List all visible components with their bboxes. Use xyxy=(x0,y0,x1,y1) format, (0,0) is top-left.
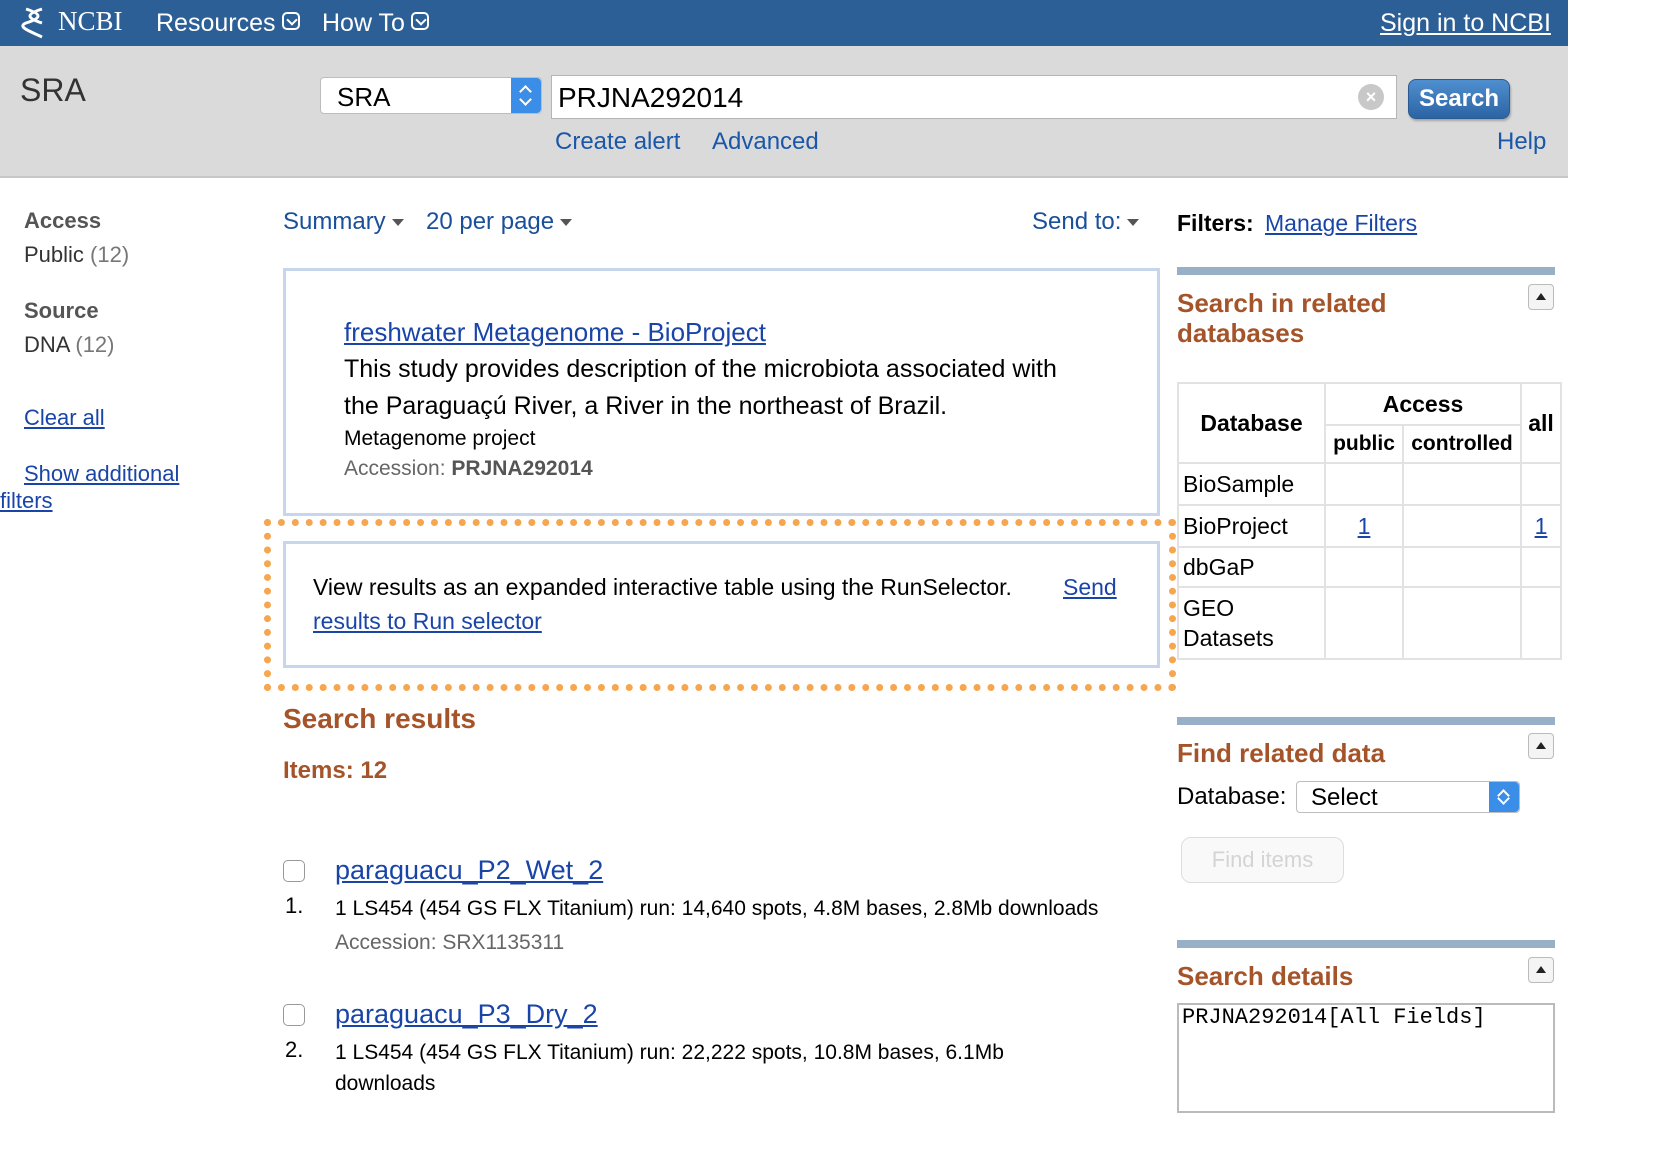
filter-item-count: (12) xyxy=(90,242,130,267)
result-title-link[interactable]: paraguacu_P3_Dry_2 xyxy=(335,999,598,1030)
send-to-label: Send to: xyxy=(1032,208,1122,235)
resources-label: Resources xyxy=(156,9,276,37)
table-row: GEO Datasets xyxy=(1177,586,1562,660)
related-database-select[interactable]: Select xyxy=(1296,781,1520,813)
panel-divider xyxy=(1177,717,1555,725)
db-name: BioProject xyxy=(1177,504,1326,548)
panel-divider xyxy=(1177,267,1555,275)
filter-heading-access: Access xyxy=(24,208,102,233)
clear-all-link[interactable]: Clear all xyxy=(24,405,105,431)
result-number: 1. xyxy=(285,893,304,918)
result-description-cont: downloads xyxy=(335,1072,436,1095)
bioproject-accession: Accession: PRJNA292014 xyxy=(344,457,593,481)
filter-item-label: Public xyxy=(24,242,84,267)
public-count-link[interactable]: 1 xyxy=(1358,513,1371,539)
how-to-menu[interactable]: How To xyxy=(322,9,429,38)
ncbi-logo[interactable]: NCBI xyxy=(58,6,123,37)
search-details-query[interactable]: PRJNA292014[All Fields] xyxy=(1177,1003,1555,1113)
result-description: 1 LS454 (454 GS FLX Titanium) run: 22,22… xyxy=(335,1041,1004,1064)
bioproject-type: Metagenome project xyxy=(344,427,536,450)
caret-down-icon xyxy=(391,219,404,227)
filter-item-public[interactable]: Public (12) xyxy=(24,242,129,268)
resources-menu[interactable]: Resources xyxy=(156,9,300,38)
format-label: Summary xyxy=(283,208,386,235)
related-db-heading-cont: databases xyxy=(1177,318,1305,348)
filter-item-dna[interactable]: DNA (12) xyxy=(24,332,115,358)
database-title: SRA xyxy=(20,72,86,108)
sign-in-link[interactable]: Sign in to NCBI xyxy=(1380,9,1551,38)
result-description: 1 LS454 (454 GS FLX Titanium) run: 14,64… xyxy=(335,897,1099,920)
table-row: BioProject 1 1 xyxy=(1177,504,1562,548)
ncbi-top-bar: NCBI Resources How To Sign in to NCBI xyxy=(0,0,1568,46)
find-related-heading: Find related data xyxy=(1177,738,1386,768)
show-additional-filters-link[interactable]: Show additional xyxy=(24,461,179,487)
result-accession: Accession: SRX1135311 xyxy=(335,931,565,954)
bioproject-description-1: This study provides description of the m… xyxy=(344,355,1057,383)
per-page-label: 20 per page xyxy=(426,208,555,235)
result-checkbox[interactable] xyxy=(283,1004,305,1026)
items-count: Items: 12 xyxy=(283,757,388,784)
db-name: GEO xyxy=(1183,595,1235,621)
search-results-heading: Search results xyxy=(283,703,476,734)
table-header-public: public xyxy=(1324,424,1404,464)
select-arrows-icon xyxy=(1489,782,1519,812)
result-title-link[interactable]: paraguacu_P2_Wet_2 xyxy=(335,855,603,886)
show-additional-filters-link-cont[interactable]: filters xyxy=(0,488,53,514)
related-database-select-value: Select xyxy=(1311,784,1378,811)
per-page-dropdown[interactable]: 20 per page xyxy=(426,208,573,236)
bioproject-summary: freshwater Metagenome - BioProject This … xyxy=(283,268,1160,516)
related-db-heading: Search in related xyxy=(1177,288,1387,318)
search-input[interactable]: PRJNA292014 × xyxy=(551,75,1397,119)
result-number: 2. xyxy=(285,1037,304,1062)
db-name-cont: Datasets xyxy=(1183,625,1274,651)
accession-label: Accession: xyxy=(344,457,446,480)
collapse-up-icon[interactable] xyxy=(1528,284,1554,310)
chevron-down-icon xyxy=(410,12,429,31)
manage-filters-link[interactable]: Manage Filters xyxy=(1265,210,1417,237)
send-to-dropdown[interactable]: Send to: xyxy=(1032,208,1140,236)
collapse-up-icon[interactable] xyxy=(1528,733,1554,759)
db-name: BioSample xyxy=(1177,462,1326,506)
chevron-down-icon xyxy=(281,12,300,31)
database-label: Database: xyxy=(1177,783,1287,810)
related-databases-table: Database Access all public controlled Bi… xyxy=(1177,382,1562,660)
clear-icon[interactable]: × xyxy=(1358,84,1384,110)
create-alert-link[interactable]: Create alert xyxy=(555,128,680,156)
how-to-label: How To xyxy=(322,9,405,37)
accession-value: PRJNA292014 xyxy=(451,457,593,480)
result-checkbox[interactable] xyxy=(283,860,305,882)
search-button[interactable]: Search xyxy=(1408,79,1510,119)
search-header: SRA SRA PRJNA292014 × Search Create aler… xyxy=(0,46,1568,178)
caret-down-icon xyxy=(1127,219,1140,227)
table-row: dbGaP xyxy=(1177,546,1562,588)
caret-down-icon xyxy=(560,219,573,227)
db-name: dbGaP xyxy=(1177,546,1326,588)
filter-item-label: DNA xyxy=(24,332,70,357)
all-count-link[interactable]: 1 xyxy=(1535,513,1548,539)
filters-label: Filters: xyxy=(1177,210,1254,236)
database-select[interactable]: SRA xyxy=(320,77,542,114)
table-row: BioSample xyxy=(1177,462,1562,506)
filter-heading-source: Source xyxy=(24,298,99,323)
table-header-access: Access xyxy=(1324,382,1522,426)
advanced-link[interactable]: Advanced xyxy=(712,128,819,156)
filter-item-count: (12) xyxy=(75,332,115,357)
panel-divider xyxy=(1177,940,1555,948)
select-arrows-icon xyxy=(511,78,541,113)
collapse-up-icon[interactable] xyxy=(1528,957,1554,983)
database-select-value: SRA xyxy=(337,82,391,112)
table-header-all: all xyxy=(1520,382,1562,464)
search-input-value: PRJNA292014 xyxy=(558,82,744,113)
bioproject-title-link[interactable]: freshwater Metagenome - BioProject xyxy=(344,317,766,348)
search-details-heading: Search details xyxy=(1177,961,1354,991)
ncbi-helix-icon xyxy=(21,7,43,39)
find-items-button[interactable]: Find items xyxy=(1181,837,1344,883)
format-dropdown[interactable]: Summary xyxy=(283,208,404,236)
help-link[interactable]: Help xyxy=(1497,128,1546,156)
highlight-frame xyxy=(264,519,1176,691)
table-header-database: Database xyxy=(1177,382,1326,464)
bioproject-description-2: the Paraguaçú River, a River in the nort… xyxy=(344,392,948,420)
table-header-controlled: controlled xyxy=(1402,424,1522,464)
